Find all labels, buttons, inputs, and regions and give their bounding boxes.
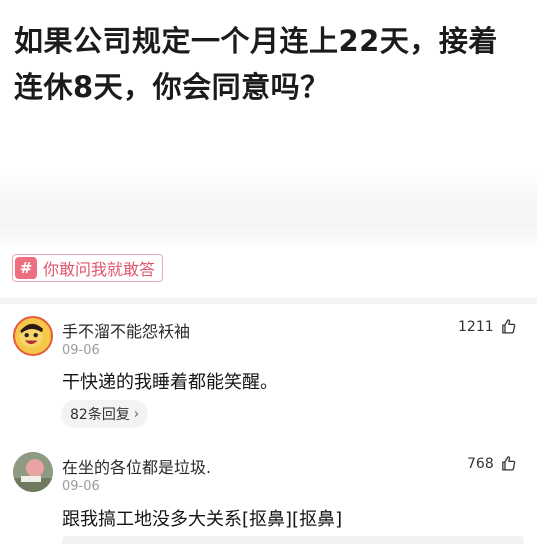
like-button[interactable]: 768: [467, 455, 517, 472]
comment-text: 干快递的我睡着都能笑醒。: [62, 372, 278, 393]
question-line-2: 连休8天，你会同意吗？: [14, 70, 330, 104]
thumbs-up-icon: [501, 319, 515, 334]
question-line-1: 如果公司规定一个月连上22天，接着: [14, 24, 498, 58]
topic-tag-label: 你敢问我就敢答: [43, 260, 156, 279]
view-replies-button[interactable]: 82条回复 ›: [61, 400, 149, 428]
user-name[interactable]: 手不溜不能怨袄袖: [62, 318, 190, 342]
comment-text: 跟我搞工地没多大关系[抠鼻][抠鼻]: [62, 509, 343, 530]
like-button[interactable]: 1211: [458, 318, 517, 335]
section-divider: [0, 298, 537, 304]
reply-preview-strip: [62, 536, 524, 544]
thumbs-up-icon: [501, 456, 516, 471]
hash-icon: #: [15, 257, 37, 279]
like-count: 1211: [458, 318, 494, 335]
comment-date: 09-06: [62, 343, 100, 358]
chevron-right-icon: ›: [133, 406, 140, 422]
avatar-face-icon: [19, 323, 43, 348]
like-count: 768: [467, 455, 494, 472]
replies-count: 82条回复: [70, 407, 130, 423]
topic-tag[interactable]: # 你敢问我就敢答: [12, 254, 164, 282]
content-band: [0, 168, 537, 244]
avatar[interactable]: [13, 316, 53, 356]
avatar-photo-icon: [13, 452, 53, 492]
comment-date: 09-06: [62, 479, 100, 494]
avatar[interactable]: [13, 452, 53, 492]
question-title: 如果公司规定一个月连上22天，接着 连休8天，你会同意吗？: [14, 18, 526, 110]
user-name[interactable]: 在坐的各位都是垃圾.: [62, 454, 211, 478]
